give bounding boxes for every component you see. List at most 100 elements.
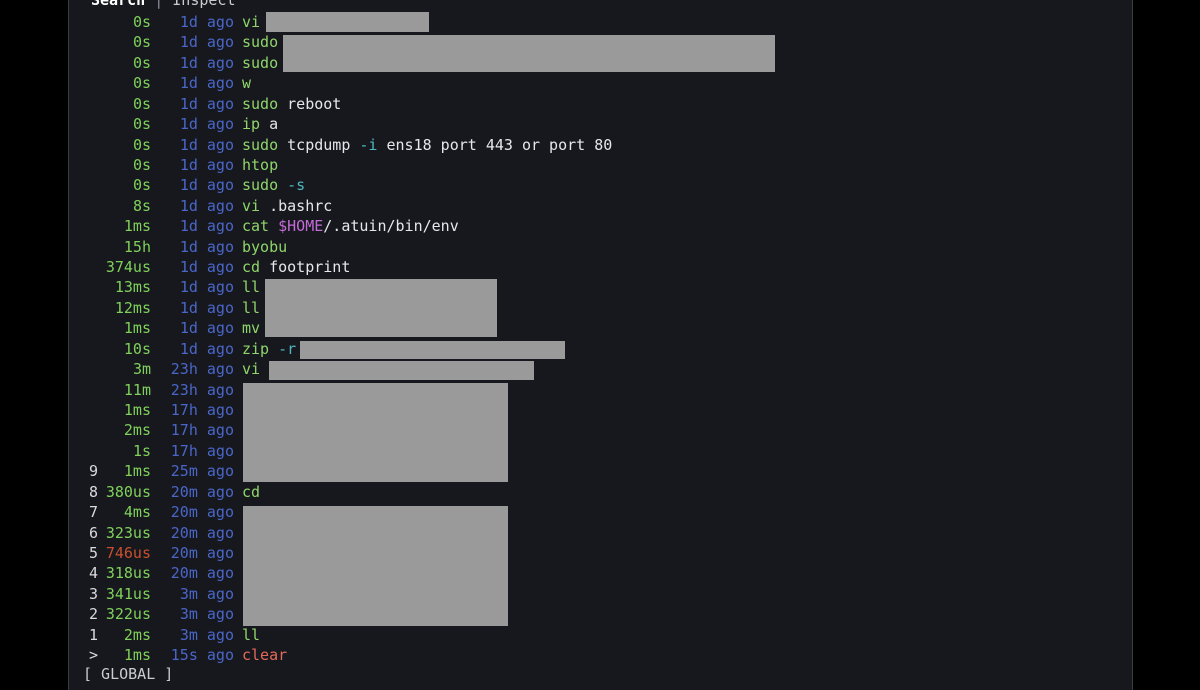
command-rest: ens18 port 443 or port 80 [386, 135, 613, 154]
history-duration: 0s [132, 176, 151, 195]
history-time-ago: 1d ago [179, 74, 234, 93]
history-command: cat $HOME/.atuin/bin/env [242, 216, 459, 236]
command-name: cat [242, 217, 270, 236]
redaction-block [266, 12, 429, 32]
command-name: zip [242, 339, 270, 358]
history-duration: 323us [105, 523, 151, 542]
command-name: cd [242, 258, 261, 277]
history-duration: 2ms [123, 421, 151, 440]
history-command: w [242, 73, 260, 93]
redaction-block [243, 506, 508, 626]
command-name: ll [242, 298, 261, 317]
command-flag: -r [278, 339, 297, 358]
history-time-ago: 20m ago [170, 523, 234, 542]
command-arg: footprint [269, 258, 351, 277]
history-duration: 0s [132, 33, 151, 52]
redaction-block [300, 341, 565, 359]
history-time-ago: 17h ago [170, 441, 234, 460]
history-command: sudo tcpdump -i ens18 port 443 or port 8… [242, 135, 612, 155]
history-command: sudo [242, 53, 287, 73]
history-duration: 4ms [123, 503, 151, 522]
command-name: w [242, 74, 252, 93]
history-duration: 341us [105, 584, 151, 603]
history-command: htop [242, 155, 287, 175]
history-time-ago: 1d ago [179, 278, 234, 297]
redaction-block [265, 279, 497, 337]
command-name: byobu [242, 237, 288, 256]
history-duration: 1ms [123, 217, 151, 236]
history-duration: 13ms [114, 278, 151, 297]
history-duration: 1ms [123, 462, 151, 481]
history-command: cd footprint [242, 257, 359, 277]
command-name: sudo [242, 53, 279, 72]
history-time-ago: 1d ago [179, 155, 234, 174]
history-duration: 0s [132, 155, 151, 174]
history-duration: 8s [132, 196, 151, 215]
history-time-ago: 3m ago [179, 605, 234, 624]
command-name: vi [242, 196, 261, 215]
status-bar: [ GLOBAL ] [83, 665, 174, 683]
history-time-ago: 1d ago [179, 237, 234, 256]
command-name: sudo [242, 94, 279, 113]
history-duration: 2ms [123, 625, 151, 644]
history-time-ago: 1d ago [179, 53, 234, 72]
history-duration: 15h [123, 237, 151, 256]
history-time-ago: 3m ago [179, 625, 234, 644]
history-duration: 0s [132, 94, 151, 113]
history-duration: 0s [132, 53, 151, 72]
history-duration: 380us [105, 482, 151, 501]
history-time-ago: 1d ago [179, 196, 234, 215]
history-duration: 1ms [123, 401, 151, 420]
command-arg: reboot [287, 94, 342, 113]
history-time-ago: 23h ago [170, 380, 234, 399]
history-duration: 0s [132, 135, 151, 154]
history-duration: 0s [132, 74, 151, 93]
command-name: ll [242, 278, 261, 297]
history-time-ago: 20m ago [170, 543, 234, 562]
history-command: sudo [242, 32, 287, 52]
tab-inspect[interactable]: Inspect [172, 0, 235, 9]
history-time-ago: 1d ago [179, 339, 234, 358]
history-command: ll [242, 625, 269, 645]
history-time-ago: 20m ago [170, 482, 234, 501]
history-time-ago: 25m ago [170, 462, 234, 481]
history-time-ago: 15s ago [170, 646, 234, 665]
history-duration: 1ms [123, 319, 151, 338]
history-duration: 318us [105, 564, 151, 583]
history-command: vi .bashrc [242, 196, 341, 216]
history-command: cd [242, 482, 269, 502]
history-duration: 3m [132, 360, 151, 379]
redaction-block [283, 35, 775, 72]
history-time-ago: 1d ago [179, 176, 234, 195]
command-name: mv [242, 319, 261, 338]
history-time-ago: 1d ago [179, 33, 234, 52]
redaction-block [243, 383, 508, 482]
history-command: byobu [242, 237, 296, 257]
tab-search[interactable]: Search [91, 0, 145, 9]
history-time-ago: 1d ago [179, 135, 234, 154]
history-duration: 10s [123, 339, 151, 358]
history-duration: 11m [123, 380, 151, 399]
command-variable: $HOME [278, 217, 324, 236]
history-command: sudo reboot [242, 94, 350, 114]
command-name: sudo [242, 135, 279, 154]
history-time-ago: 1d ago [179, 217, 234, 236]
history-duration: 1s [132, 441, 151, 460]
command-name: cd [242, 482, 261, 501]
history-time-ago: 20m ago [170, 503, 234, 522]
history-time-ago: 1d ago [179, 258, 234, 277]
command-arg: a [269, 115, 279, 134]
command-rest: /.atuin/bin/env [323, 217, 459, 236]
command-name: sudo [242, 33, 279, 52]
command-name: ip [242, 115, 261, 134]
command-name: vi [242, 360, 261, 379]
command-arg: .bashrc [269, 196, 333, 215]
history-duration: 322us [105, 605, 151, 624]
history-duration: 374us [105, 258, 151, 277]
command-arg: tcpdump [287, 135, 351, 154]
command-flag: -s [287, 176, 306, 195]
history-time-ago: 1d ago [179, 13, 234, 31]
history-command: vi [242, 359, 269, 379]
history-command: sudo -s [242, 175, 314, 195]
history-time-ago: 1d ago [179, 115, 234, 134]
